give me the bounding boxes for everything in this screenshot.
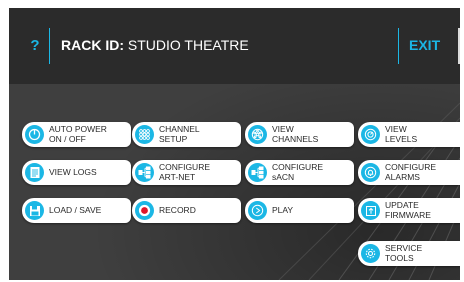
update-firmware-label: UPDATE FIRMWARE	[385, 200, 431, 220]
header-bar: ? RACK ID: STUDIO THEATRE EXIT	[9, 8, 460, 84]
view-logs-button[interactable]: VIEW LOGS	[22, 160, 131, 185]
view-channels-button[interactable]: VIEW CHANNELS	[245, 122, 354, 147]
record-label: RECORD	[159, 204, 196, 215]
play-button[interactable]: PLAY	[245, 198, 354, 223]
view-channels-label: VIEW CHANNELS	[272, 124, 319, 144]
load-save-button[interactable]: LOAD / SAVE	[22, 198, 131, 223]
update-firmware-button[interactable]: UPDATE FIRMWARE	[358, 198, 460, 223]
configure-alarms-button[interactable]: CONFIGURE ALARMS	[358, 160, 460, 185]
configure-artnet-button[interactable]: CONFIGURE ART-NET	[132, 160, 241, 185]
channel-setup-button[interactable]: CHANNEL SETUP	[132, 122, 241, 147]
dial-icon	[248, 125, 267, 144]
auto-power-button[interactable]: AUTO POWER ON / OFF	[22, 122, 131, 147]
upload-icon	[361, 201, 380, 220]
configure-artnet-label: CONFIGURE ART-NET	[159, 162, 210, 182]
document-icon	[25, 163, 44, 182]
header-divider	[49, 28, 50, 64]
play-icon	[248, 201, 267, 220]
help-button[interactable]: ?	[25, 34, 45, 58]
record-button[interactable]: RECORD	[132, 198, 241, 223]
gauge-icon	[361, 125, 380, 144]
rack-control-screen: ? RACK ID: STUDIO THEATRE EXIT AUTO POWE…	[9, 8, 460, 280]
load-save-label: LOAD / SAVE	[49, 204, 102, 215]
header-edge	[458, 28, 460, 64]
power-icon	[25, 125, 44, 144]
rack-id-value: STUDIO THEATRE	[127, 37, 249, 53]
configure-sacn-button[interactable]: CONFIGURE sACN	[245, 160, 354, 185]
record-icon	[135, 201, 154, 220]
grid-icon	[135, 125, 154, 144]
channel-setup-label: CHANNEL SETUP	[159, 124, 200, 144]
gear-icon	[361, 244, 380, 263]
floppy-icon	[25, 201, 44, 220]
network-icon	[248, 163, 267, 182]
service-tools-button[interactable]: SERVICE TOOLS	[358, 241, 460, 266]
auto-power-label: AUTO POWER ON / OFF	[49, 124, 107, 144]
rack-id-title: RACK ID: STUDIO THEATRE	[61, 37, 249, 53]
rack-id-label: RACK ID:	[61, 37, 124, 53]
exit-button[interactable]: EXIT	[409, 37, 440, 53]
play-label: PLAY	[272, 204, 294, 215]
view-levels-label: VIEW LEVELS	[385, 124, 418, 144]
configure-sacn-label: CONFIGURE sACN	[272, 162, 323, 182]
network-icon	[135, 163, 154, 182]
configure-alarms-label: CONFIGURE ALARMS	[385, 162, 436, 182]
view-levels-button[interactable]: VIEW LEVELS	[358, 122, 460, 147]
header-divider	[398, 28, 399, 64]
view-logs-label: VIEW LOGS	[49, 166, 97, 177]
service-tools-label: SERVICE TOOLS	[385, 243, 423, 263]
bell-icon	[361, 163, 380, 182]
